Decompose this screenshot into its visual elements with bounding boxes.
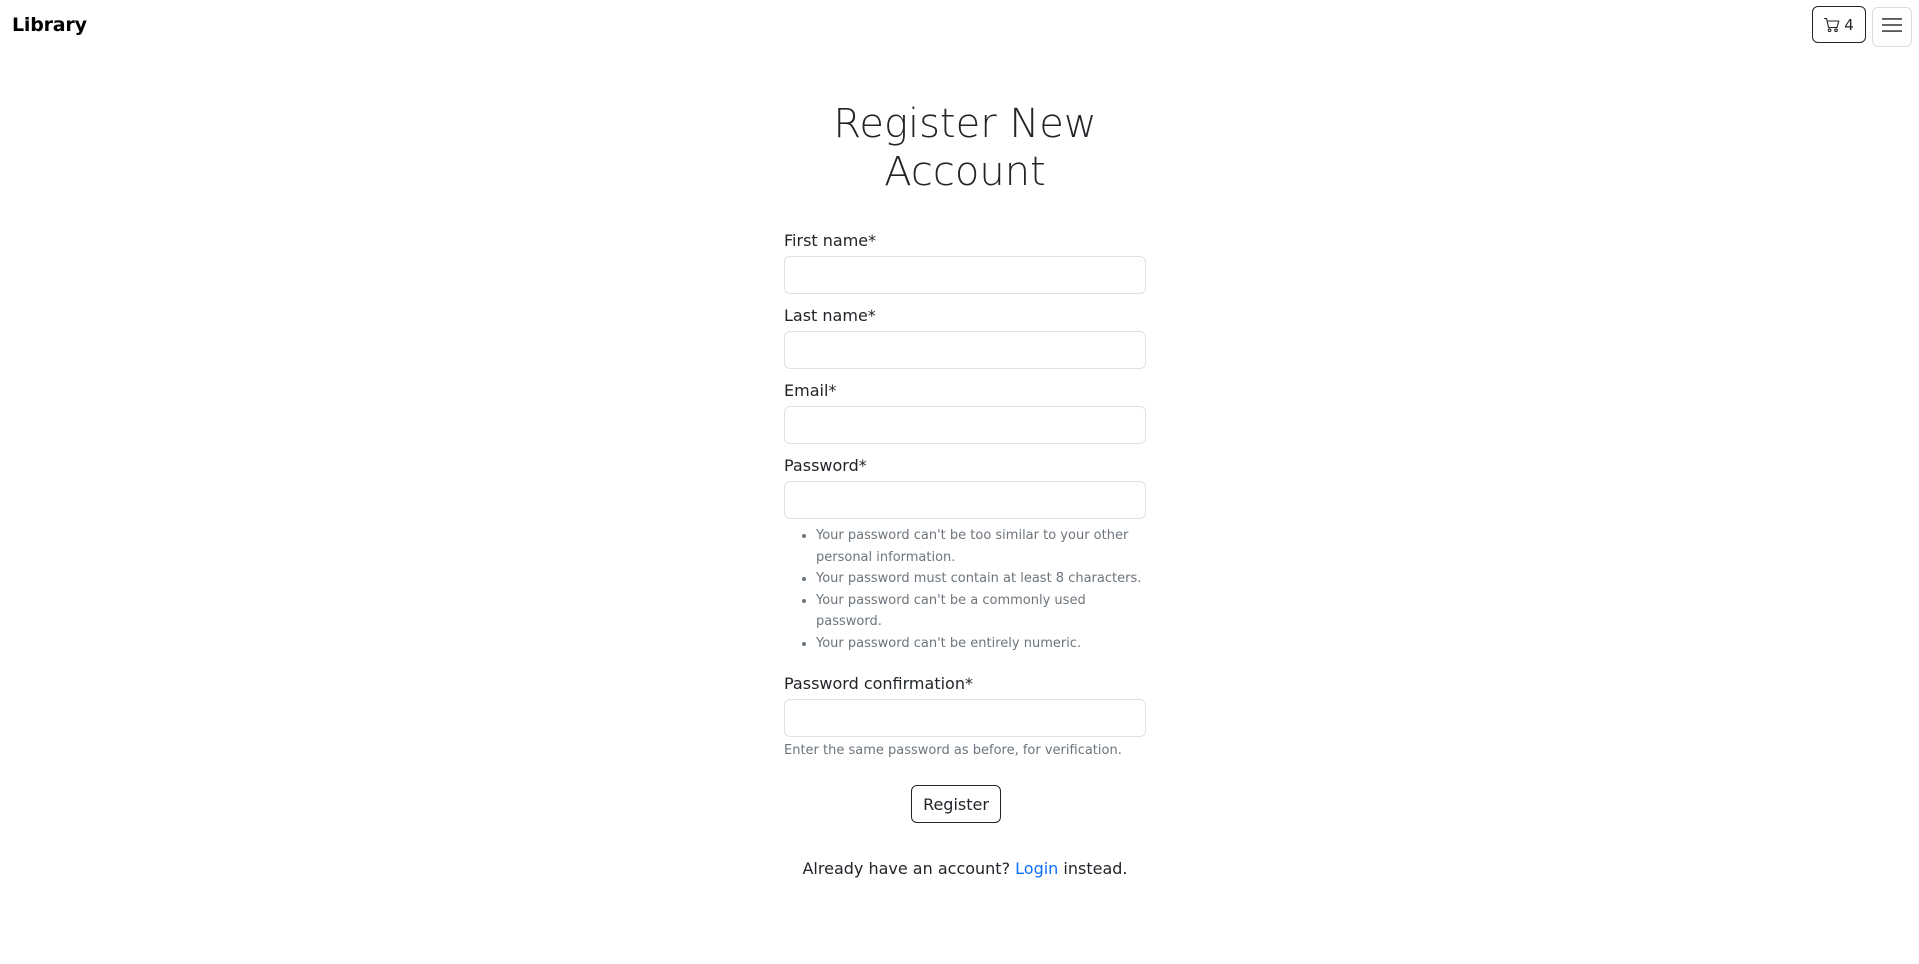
password-confirmation-help: Enter the same password as before, for v… [784, 743, 1122, 758]
register-section: Register New Account First name* Last na… [784, 100, 1146, 895]
login-prompt-prefix: Already have an account? [802, 859, 1016, 878]
cart-icon [1824, 17, 1840, 33]
hamburger-icon [1881, 16, 1903, 38]
last-name-label: Last name* [784, 306, 876, 325]
brand-link[interactable]: Library [12, 14, 87, 36]
last-name-input[interactable] [784, 331, 1146, 369]
password-help-item: Your password must contain at least 8 ch… [816, 568, 1146, 590]
password-help-item: Your password can't be too similar to yo… [816, 525, 1146, 568]
first-name-input[interactable] [784, 256, 1146, 294]
cart-count: 4 [1844, 15, 1854, 34]
submit-row: Register [784, 785, 1146, 823]
menu-toggle-button[interactable] [1872, 7, 1912, 47]
login-link[interactable]: Login [1015, 859, 1058, 878]
email-label: Email* [784, 381, 837, 400]
cart-button[interactable]: 4 [1812, 6, 1866, 43]
login-prompt-suffix: instead. [1058, 859, 1128, 878]
register-button[interactable]: Register [911, 785, 1001, 823]
navbar: Library 4 [0, 0, 1919, 54]
password-confirmation-label: Password confirmation* [784, 674, 973, 693]
password-input[interactable] [784, 481, 1146, 519]
page-title: Register New Account [833, 101, 1097, 195]
login-prompt: Already have an account? Login instead. [784, 859, 1146, 879]
password-help-list: Your password can't be too similar to yo… [784, 525, 1146, 654]
password-label: Password* [784, 456, 867, 475]
password-help-item: Your password can't be entirely numeric. [816, 633, 1146, 655]
password-help-item: Your password can't be a commonly used p… [816, 590, 1146, 633]
email-input[interactable] [784, 406, 1146, 444]
first-name-label: First name* [784, 231, 877, 250]
password-confirmation-input[interactable] [784, 699, 1146, 737]
register-form: First name* Last name* Email* Password* … [784, 231, 1146, 823]
